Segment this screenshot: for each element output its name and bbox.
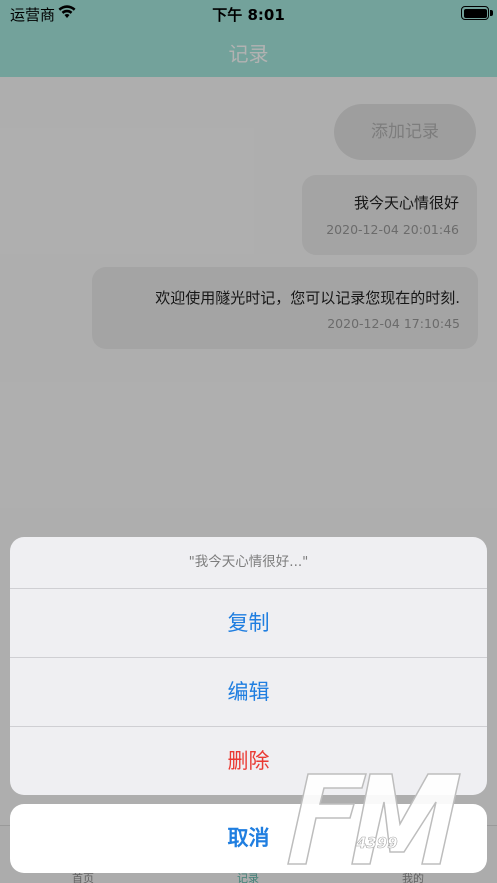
svg-text:4399: 4399	[355, 834, 398, 852]
action-sheet-title: "我今天心情很好..."	[188, 554, 309, 570]
fm-watermark-logo: 4399	[287, 773, 461, 865]
copy-button[interactable]: 复制	[10, 588, 487, 657]
action-sheet: "我今天心情很好..." 复制 编辑 删除	[10, 537, 487, 795]
edit-button[interactable]: 编辑	[10, 657, 487, 726]
